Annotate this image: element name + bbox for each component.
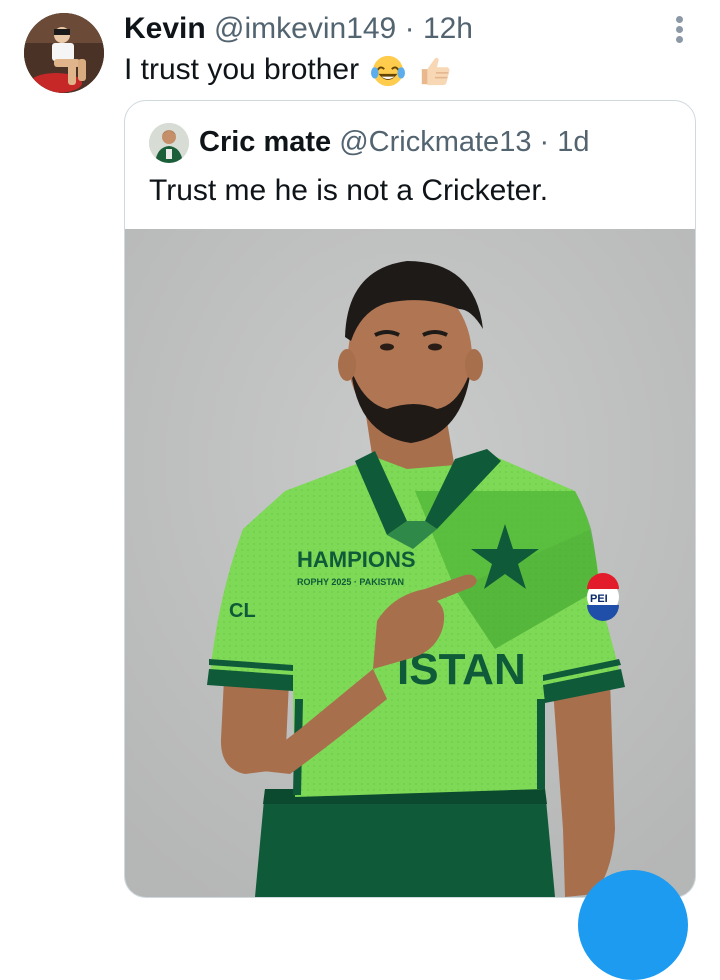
tweet-header: Kevin @imkevin149 · 12h [124,12,473,46]
quoted-avatar[interactable] [149,123,189,163]
quoted-separator: · [539,126,550,158]
quoted-header: Cric mate @Crickmate13 · 1d [199,125,590,159]
jersey-sponsor-text: PEI [590,593,608,605]
quoted-time: 1d [557,126,590,158]
quoted-tweet-card[interactable]: Cric mate @Crickmate13 · 1d Trust me he … [124,100,696,898]
tweet-time[interactable]: 12h [423,12,473,45]
thumbs-up-emoji [421,57,450,86]
quoted-text: Trust me he is not a Cricketer. [149,174,549,207]
cricketer-photo: HAMPIONS ROPHY 2025 · PAKISTAN ISTAN CL … [125,229,695,897]
jersey-trophy-text: ROPHY 2025 · PAKISTAN [297,577,404,587]
author-handle[interactable]: @imkevin149 [214,12,396,45]
laughing-tears-emoji [371,55,406,87]
quoted-author-handle[interactable]: @Crickmate13 [339,126,531,158]
avatar[interactable] [24,13,104,93]
quoted-media-image[interactable]: HAMPIONS ROPHY 2025 · PAKISTAN ISTAN CL … [125,229,695,897]
tweet-text: I trust you brother [124,52,452,88]
quoted-author-name[interactable]: Cric mate [199,126,331,158]
jersey-champions-text: HAMPIONS [297,547,416,572]
meta-separator: · [404,12,415,45]
compose-button[interactable] [578,870,688,980]
author-name[interactable]: Kevin [124,12,206,45]
tweet-text-content: I trust you brother [124,53,360,86]
more-vertical-icon[interactable] [666,14,694,44]
jersey-sleeve-text: CL [229,600,256,622]
avatar-photo [24,13,104,93]
quoted-avatar-photo [149,123,189,163]
